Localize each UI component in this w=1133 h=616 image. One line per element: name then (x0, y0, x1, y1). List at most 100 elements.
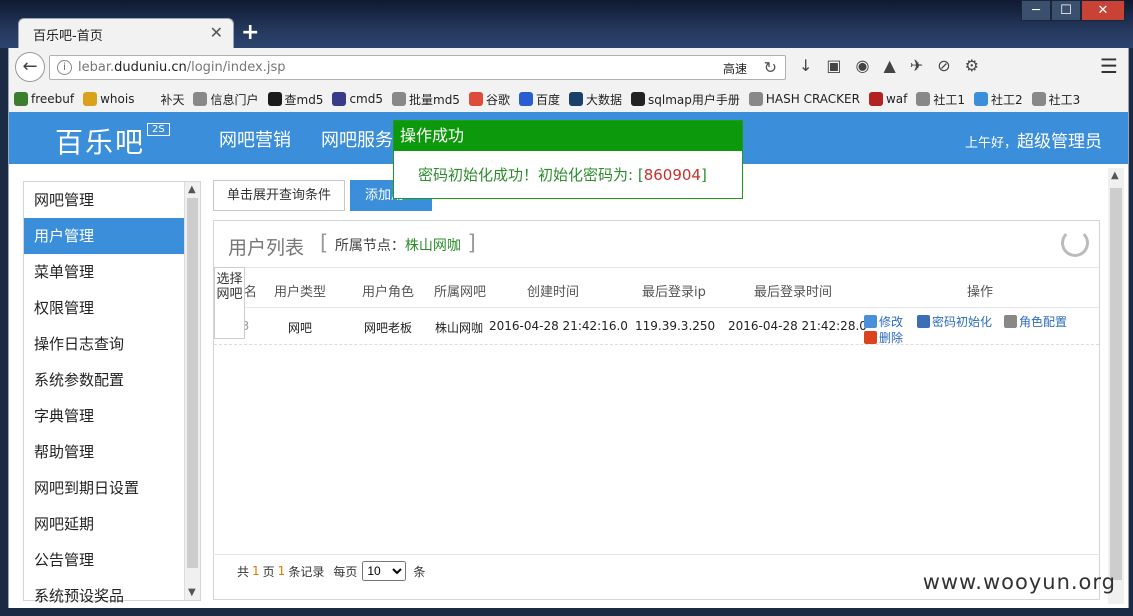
sidebar-item[interactable]: 菜单管理 (24, 254, 184, 290)
bookmark-item[interactable]: 信息门户 (193, 91, 259, 108)
url-bar[interactable]: i lebar.duduniu.cn/login/index.jsp 高速 ↻ (49, 55, 786, 80)
pagination: 共 1 页 1 条记录 每页 10 条 (237, 561, 425, 581)
bookmark-item[interactable]: freebuf (14, 92, 74, 106)
sidebar-item[interactable]: 公告管理 (24, 542, 184, 578)
top-nav: 网吧营销 网吧服务 (219, 126, 393, 152)
logo-badge: 2S (147, 123, 170, 136)
reset-password-link[interactable]: 密码初始化 (917, 313, 992, 330)
bookmark-item[interactable]: 批量md5 (392, 91, 460, 108)
node-label: 所属节点： (334, 238, 405, 254)
expand-query-button[interactable]: 单击展开查询条件 (213, 180, 345, 211)
settings-gear-icon[interactable]: ⚙ (965, 56, 979, 75)
cell-user-role: 网吧老板 (364, 321, 413, 335)
select-cafe-tab[interactable]: 选择网吧 (214, 267, 245, 339)
success-toast: 操作成功 密码初始化成功！初始化密码为: [860904] (393, 120, 743, 199)
crop-icon[interactable]: ▣ (826, 56, 841, 75)
hamburger-menu-icon[interactable]: ☰ (1100, 54, 1122, 78)
info-icon[interactable]: i (57, 60, 72, 75)
page-scrollbar[interactable]: ▲ (1108, 168, 1124, 604)
bookmark-icon (974, 92, 989, 106)
nav-item-service[interactable]: 网吧服务 (321, 126, 393, 152)
addon-block-icon[interactable]: ⊘ (937, 56, 950, 75)
download-icon[interactable]: ↓ (799, 56, 812, 75)
pager-text: 页 (262, 564, 275, 579)
col-user-role: 用户角色 (362, 285, 415, 300)
scroll-down-icon[interactable]: ▼ (188, 587, 196, 598)
bookmark-label: whois (100, 92, 135, 106)
bookmark-item[interactable]: sqlmap用户手册 (631, 91, 740, 108)
col-last-login: 最后登录时间 (754, 285, 833, 300)
back-arrow-icon[interactable]: ← (15, 52, 45, 82)
minimize-button[interactable]: ─ (1021, 0, 1051, 21)
bookmark-item[interactable]: 补天 (143, 91, 184, 108)
bookmarks-bar: freebuf whois 补天 信息门户 查md5 cmd5 批量md5 谷歌 百度 大数据 sq… (8, 86, 1129, 112)
col-actions: 操作 (967, 285, 994, 300)
page-count: 1 (252, 564, 260, 578)
reload-icon[interactable]: ↻ (764, 58, 777, 77)
bookmark-item[interactable]: cmd5 (332, 92, 383, 106)
nav-item-marketing[interactable]: 网吧营销 (219, 126, 291, 152)
scroll-up-icon[interactable]: ▲ (188, 184, 196, 195)
bookmark-item[interactable]: 百度 (518, 91, 560, 108)
bookmark-icon (14, 92, 28, 106)
bookmark-label: freebuf (31, 92, 75, 106)
sidebar-item[interactable]: 操作日志查询 (24, 326, 184, 362)
bookmark-item[interactable]: 谷歌 (468, 91, 510, 108)
col-cafe: 所属网吧 (434, 285, 487, 300)
sidebar: 网吧管理 用户管理 菜单管理 权限管理 操作日志查询 系统参数配置 字典管理 帮助管理 网吧到期… (23, 181, 201, 605)
role-config-link[interactable]: 角色配置 (1004, 313, 1067, 330)
bookmark-item[interactable]: 社工3 (1031, 91, 1080, 108)
bookmark-label: 查md5 (284, 92, 324, 107)
bookmark-item[interactable]: 社工2 (974, 91, 1023, 108)
speed-mode-label[interactable]: 高速 (723, 60, 747, 77)
sidebar-item[interactable]: 字典管理 (24, 398, 184, 434)
col-name: 名 (244, 285, 258, 300)
per-page-select[interactable]: 10 (362, 561, 407, 581)
pager-divider (213, 554, 1100, 555)
bookmark-item[interactable]: waf (868, 92, 907, 106)
bookmark-item[interactable]: 社工1 (916, 91, 965, 108)
sidebar-scrollbar[interactable]: ▲ ▼ (184, 182, 200, 600)
url-text[interactable]: lebar.duduniu.cn/login/index.jsp (78, 60, 285, 75)
new-tab-button[interactable]: + (241, 20, 259, 45)
addon-fox-icon[interactable]: ▲ (884, 56, 896, 75)
close-window-button[interactable]: ✕ (1081, 0, 1125, 21)
bookmark-label: 大数据 (585, 92, 622, 107)
cell-last-ip: 119.39.3.250 (635, 319, 716, 333)
sidebar-item[interactable]: 系统预设奖品 (24, 578, 184, 608)
sidebar-item[interactable]: 权限管理 (24, 290, 184, 326)
bookmark-item[interactable]: 查md5 (267, 91, 324, 108)
key-icon (917, 315, 930, 328)
sidebar-item[interactable]: 网吧延期 (24, 506, 184, 542)
sidebar-item[interactable]: 网吧到期日设置 (24, 470, 184, 506)
close-tab-icon[interactable]: ✕ (210, 23, 223, 42)
bookmark-item[interactable]: HASH CRACKER (748, 92, 860, 106)
addon-plane-icon[interactable]: ✈ (910, 56, 923, 75)
user-greeting: 上午好，超级管理员 (965, 127, 1102, 152)
bookmark-item[interactable]: whois (83, 92, 134, 106)
edit-link[interactable]: 修改 (864, 313, 903, 330)
sidebar-item[interactable]: 帮助管理 (24, 434, 184, 470)
bookmark-label: 信息门户 (210, 92, 259, 107)
bookmark-icon (143, 92, 158, 106)
bookmark-icon (193, 92, 208, 106)
maximize-button[interactable]: ☐ (1051, 0, 1081, 21)
sidebar-item[interactable]: 网吧管理 (24, 182, 184, 218)
page-scroll-thumb[interactable] (1110, 188, 1122, 580)
sidebar-scroll-thumb[interactable] (187, 198, 198, 568)
watermark: www.wooyun.org (922, 570, 1116, 594)
pencil-icon (864, 315, 877, 328)
user-name[interactable]: 超级管理员 (1017, 132, 1102, 152)
site-logo[interactable]: 百乐吧 (55, 121, 145, 161)
addon-globe-icon[interactable]: ◉ (856, 56, 870, 75)
sidebar-item[interactable]: 系统参数配置 (24, 362, 184, 398)
sidebar-item[interactable]: 用户管理 (24, 218, 184, 254)
bookmark-label: 社工1 (933, 92, 966, 107)
cell-created: 2016-04-28 21:42:16.0 (489, 319, 628, 333)
record-count: 1 (277, 564, 286, 578)
refresh-icon[interactable] (1061, 229, 1089, 257)
page-scroll-up-icon[interactable]: ▲ (1111, 170, 1119, 181)
bookmark-item[interactable]: 大数据 (568, 91, 622, 108)
toast-title: 操作成功 (394, 121, 742, 151)
browser-tab[interactable]: 百乐吧-首页 ✕ (18, 18, 234, 48)
